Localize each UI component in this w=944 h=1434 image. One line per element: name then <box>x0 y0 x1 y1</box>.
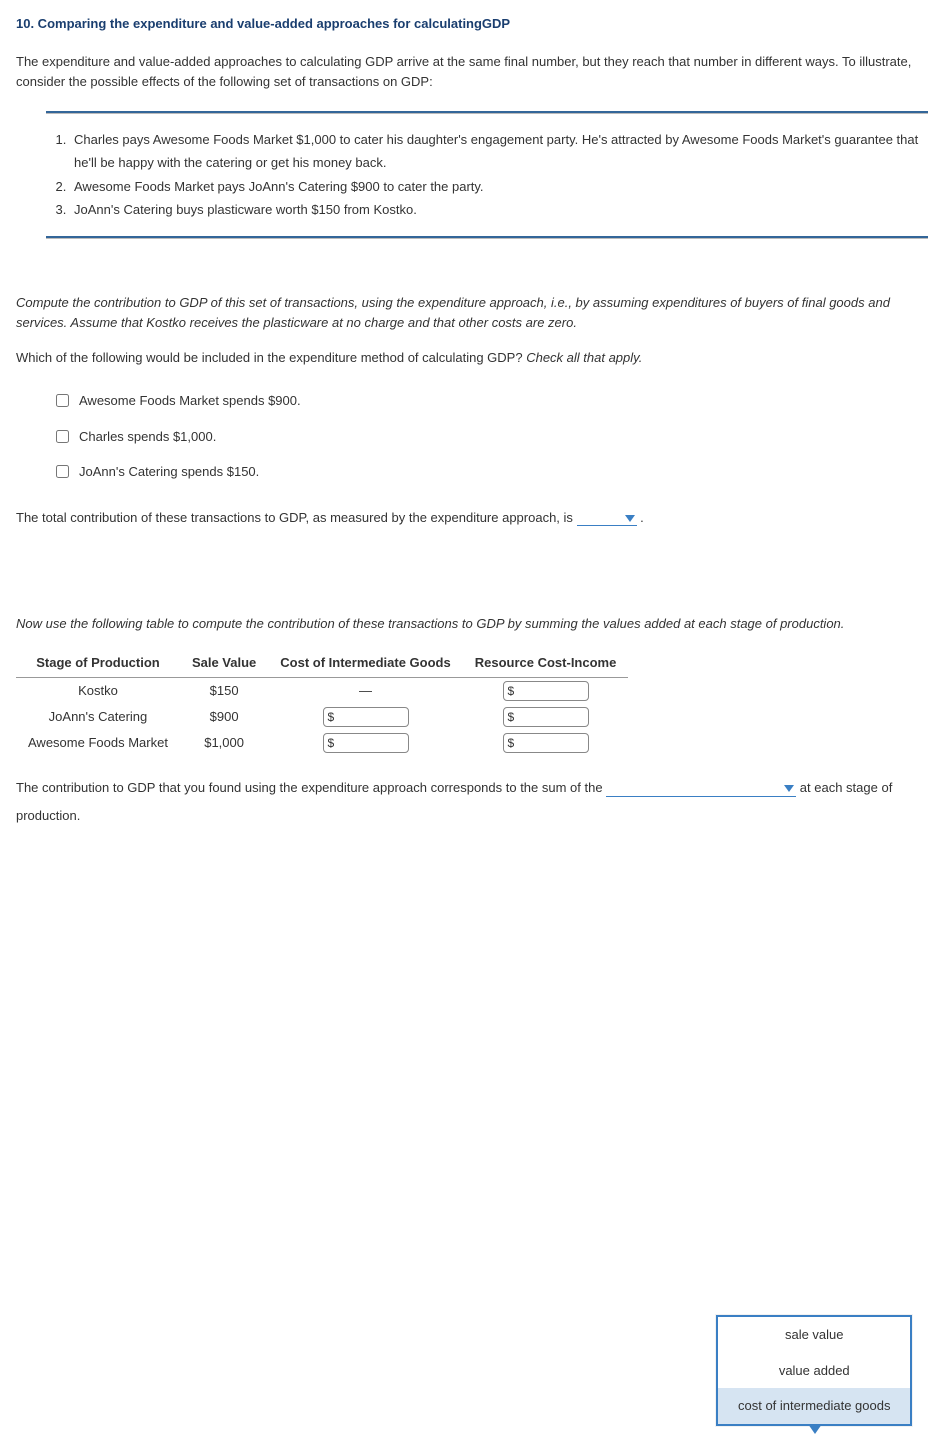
cell-sale: $900 <box>180 704 268 730</box>
resource-input-kostko[interactable]: $ <box>503 681 589 701</box>
total-sentence-b: . <box>637 510 644 525</box>
checkbox-row[interactable]: JoAnn's Catering spends $150. <box>56 454 928 490</box>
total-sentence-a: The total contribution of these transact… <box>16 510 577 525</box>
table-row: JoAnn's Catering $900 $ $ <box>16 704 628 730</box>
production-table: Stage of Production Sale Value Cost of I… <box>16 649 628 756</box>
transactions-block: Charles pays Awesome Foods Market $1,000… <box>46 111 928 239</box>
dropdown-option-value-added[interactable]: value added <box>718 1353 910 1389</box>
compute-prompt: Compute the contribution to GDP of this … <box>16 293 928 335</box>
intermediate-field[interactable] <box>337 710 397 724</box>
checkbox-label: Awesome Foods Market spends $900. <box>79 391 301 411</box>
cell-stage: Awesome Foods Market <box>16 730 180 756</box>
checkbox-charles[interactable] <box>56 430 69 443</box>
dropdown-total-gdp[interactable] <box>577 510 637 527</box>
chevron-down-icon[interactable] <box>625 515 635 522</box>
intermediate-input-joanns[interactable]: $ <box>323 707 409 727</box>
table-row: Awesome Foods Market $1,000 $ $ <box>16 730 628 756</box>
dollar-sign-icon: $ <box>504 734 518 752</box>
intermediate-input-awesome[interactable]: $ <box>323 733 409 753</box>
chevron-down-icon[interactable] <box>784 785 794 792</box>
cell-intermediate-dash: — <box>268 677 462 704</box>
dropdown-option-sale-value[interactable]: sale value <box>718 1317 910 1353</box>
check-prompt-text: Which of the following would be included… <box>16 350 526 365</box>
final-sentence-a: The contribution to GDP that you found u… <box>16 780 606 795</box>
col-stage: Stage of Production <box>16 649 180 677</box>
resource-field[interactable] <box>517 684 577 698</box>
dollar-sign-icon: $ <box>324 734 338 752</box>
table-prompt: Now use the following table to compute t… <box>16 614 928 635</box>
question-heading: 10. Comparing the expenditure and value-… <box>16 14 928 34</box>
intro-text: The expenditure and value-added approach… <box>16 52 928 94</box>
cell-sale: $150 <box>180 677 268 704</box>
dropdown-option-cost-intermediate[interactable]: cost of intermediate goods <box>718 1388 910 1424</box>
dollar-sign-icon: $ <box>504 682 518 700</box>
check-hint: Check all that apply. <box>526 350 642 365</box>
list-item: Awesome Foods Market pays JoAnn's Cateri… <box>70 175 928 198</box>
col-resource: Resource Cost-Income <box>463 649 629 677</box>
list-item: JoAnn's Catering buys plasticware worth … <box>70 198 928 221</box>
col-sale: Sale Value <box>180 649 268 677</box>
checkbox-group: Awesome Foods Market spends $900. Charle… <box>56 383 928 490</box>
divider-top <box>46 111 928 114</box>
col-intermediate: Cost of Intermediate Goods <box>268 649 462 677</box>
checkbox-label: Charles spends $1,000. <box>79 427 216 447</box>
dollar-sign-icon: $ <box>504 708 518 726</box>
list-item: Charles pays Awesome Foods Market $1,000… <box>70 128 928 175</box>
table-row: Kostko $150 — $ <box>16 677 628 704</box>
checkbox-label: JoAnn's Catering spends $150. <box>79 462 259 482</box>
checkbox-joanns[interactable] <box>56 465 69 478</box>
chevron-down-icon <box>808 1424 822 1434</box>
checkbox-row[interactable]: Awesome Foods Market spends $900. <box>56 383 928 419</box>
transactions-list: Charles pays Awesome Foods Market $1,000… <box>46 128 928 222</box>
intermediate-field[interactable] <box>337 736 397 750</box>
divider-bottom <box>46 236 928 239</box>
check-prompt: Which of the following would be included… <box>16 348 928 369</box>
final-sentence: The contribution to GDP that you found u… <box>16 774 928 831</box>
resource-field[interactable] <box>517 710 577 724</box>
resource-field[interactable] <box>517 736 577 750</box>
resource-input-awesome[interactable]: $ <box>503 733 589 753</box>
dropdown-menu-open[interactable]: sale value value added cost of intermedi… <box>716 1315 912 1426</box>
dropdown-sum-of[interactable] <box>606 780 796 797</box>
total-sentence: The total contribution of these transact… <box>16 508 928 529</box>
checkbox-awesome-foods[interactable] <box>56 394 69 407</box>
resource-input-joanns[interactable]: $ <box>503 707 589 727</box>
cell-stage: JoAnn's Catering <box>16 704 180 730</box>
cell-sale: $1,000 <box>180 730 268 756</box>
dollar-sign-icon: $ <box>324 708 338 726</box>
checkbox-row[interactable]: Charles spends $1,000. <box>56 419 928 455</box>
cell-stage: Kostko <box>16 677 180 704</box>
